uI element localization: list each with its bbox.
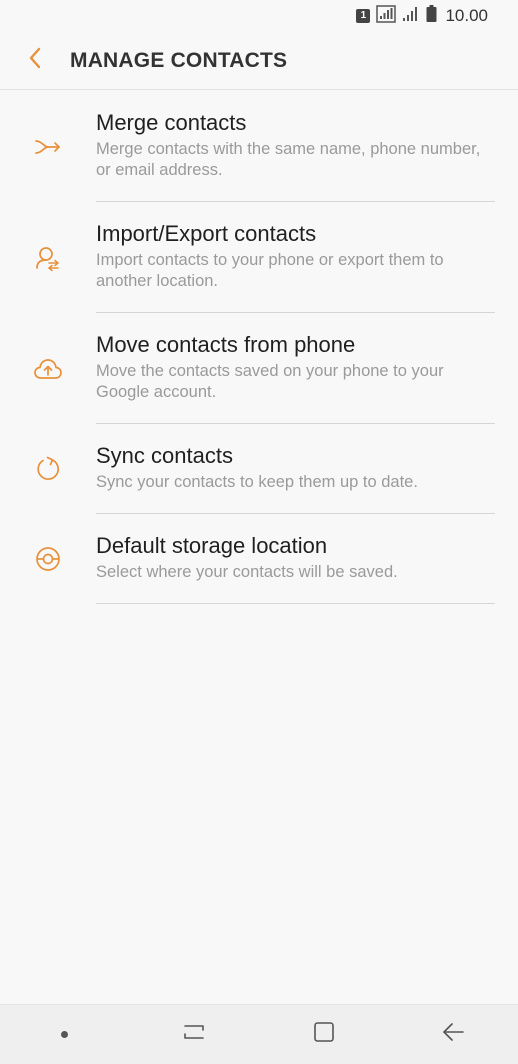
chevron-left-icon <box>28 47 42 74</box>
home-square-icon <box>312 1020 336 1049</box>
screen: 1 10.00 MANAGE CONTACTS Merge contacts M… <box>0 0 518 1064</box>
item-body: Import/Export contacts Import contacts t… <box>96 202 495 313</box>
item-body: Sync contacts Sync your contacts to keep… <box>96 424 495 514</box>
item-body: Move contacts from phone Move the contac… <box>96 313 495 424</box>
sim-icon: 1 <box>356 9 371 23</box>
navigation-bar <box>0 1004 518 1064</box>
item-title: Move contacts from phone <box>96 332 356 357</box>
recent-apps-icon <box>182 1022 206 1047</box>
list-item-default-storage[interactable]: Default storage location Select where yo… <box>0 514 518 604</box>
nav-dot-button[interactable] <box>25 1005 105 1064</box>
status-time: 10.00 <box>445 6 488 25</box>
item-subtitle: Select where your contacts will be saved… <box>96 563 398 581</box>
app-header: MANAGE CONTACTS <box>0 32 518 90</box>
item-title: Merge contacts <box>96 110 247 135</box>
recent-apps-button[interactable] <box>154 1005 234 1064</box>
item-subtitle: Sync your contacts to keep them up to da… <box>96 473 418 491</box>
item-body: Merge contacts Merge contacts with the s… <box>96 91 495 202</box>
list-item-move-contacts[interactable]: Move contacts from phone Move the contac… <box>0 313 518 424</box>
back-nav-button[interactable] <box>413 1005 493 1064</box>
status-bar: 1 10.00 <box>0 0 518 32</box>
back-button[interactable] <box>0 32 70 90</box>
merge-icon <box>0 91 96 202</box>
cloud-upload-icon <box>0 313 96 424</box>
item-title: Import/Export contacts <box>96 221 317 246</box>
item-body: Default storage location Select where yo… <box>96 514 495 604</box>
sync-icon <box>0 424 96 514</box>
item-title: Sync contacts <box>96 443 233 468</box>
item-subtitle: Import contacts to your phone or export … <box>96 251 444 290</box>
list-item-sync-contacts[interactable]: Sync contacts Sync your contacts to keep… <box>0 424 518 514</box>
home-button[interactable] <box>284 1005 364 1064</box>
item-title: Default storage location <box>96 533 328 558</box>
back-arrow-icon <box>440 1021 466 1048</box>
signal-icon <box>376 4 397 28</box>
page-title: MANAGE CONTACTS <box>70 48 288 72</box>
import-export-icon <box>0 202 96 313</box>
battery-icon <box>426 5 437 27</box>
list-item-merge-contacts[interactable]: Merge contacts Merge contacts with the s… <box>0 91 518 202</box>
dot-icon <box>61 1031 69 1038</box>
item-subtitle: Move the contacts saved on your phone to… <box>96 362 444 401</box>
settings-list: Merge contacts Merge contacts with the s… <box>0 91 518 604</box>
item-subtitle: Merge contacts with the same name, phone… <box>96 140 481 179</box>
list-item-import-export[interactable]: Import/Export contacts Import contacts t… <box>0 202 518 313</box>
storage-icon <box>0 514 96 604</box>
signal-icon-2 <box>402 6 420 27</box>
